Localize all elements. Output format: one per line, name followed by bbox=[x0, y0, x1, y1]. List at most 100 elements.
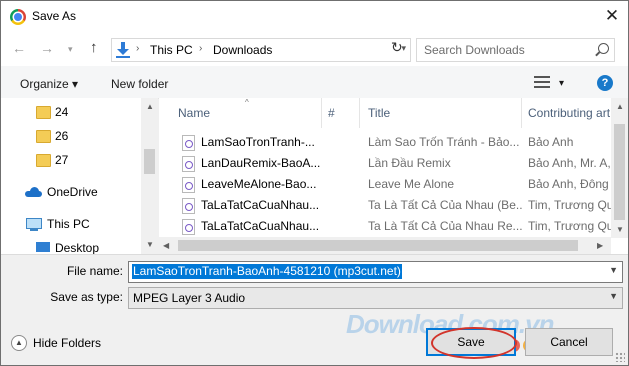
file-row[interactable]: LanDauRemix-BaoA... Lần Đầu Remix Bảo An… bbox=[159, 153, 611, 174]
file-name: TaLaTatCaCuaNhau... bbox=[201, 198, 320, 212]
window-title: Save As bbox=[32, 9, 77, 23]
file-title: Ta Là Tất Cả Của Nhau Re... bbox=[368, 219, 522, 233]
cloud-icon bbox=[25, 187, 42, 197]
column-header-name[interactable]: Name bbox=[178, 106, 210, 120]
new-folder-button[interactable]: New folder bbox=[111, 77, 168, 91]
file-name: LeaveMeAlone-Bao... bbox=[201, 177, 317, 191]
scrollbar-thumb[interactable] bbox=[144, 149, 155, 174]
file-row[interactable]: LeaveMeAlone-Bao... Leave Me Alone Bảo A… bbox=[159, 174, 611, 195]
file-title: Leave Me Alone bbox=[368, 177, 455, 191]
chevron-up-icon: ▲ bbox=[11, 335, 27, 351]
organize-button[interactable]: Organize ▾ bbox=[20, 77, 78, 91]
highlight-circle bbox=[431, 327, 517, 359]
navigation-pane: 24 26 27 OneDrive This PC Desktop ▲ ▼ bbox=[1, 98, 158, 254]
file-list-vertical-scrollbar[interactable]: ▲ ▼ bbox=[611, 98, 628, 238]
nav-item-label: Desktop bbox=[55, 241, 100, 254]
refresh-icon[interactable]: ↻ bbox=[391, 39, 403, 56]
address-bar[interactable]: › This PC › Downloads ▾ bbox=[111, 38, 411, 62]
column-header-title[interactable]: Title bbox=[368, 106, 390, 120]
file-artist: Bảo Anh bbox=[528, 135, 574, 149]
file-row[interactable]: LamSaoTronTranh-... Làm Sao Trốn Tránh -… bbox=[159, 132, 611, 153]
chevron-down-icon[interactable]: ▼ bbox=[609, 291, 618, 301]
nav-item-onedrive[interactable]: OneDrive bbox=[1, 181, 141, 203]
save-as-type-value: MPEG Layer 3 Audio bbox=[133, 291, 246, 305]
file-name: LanDauRemix-BaoA... bbox=[201, 156, 321, 170]
scroll-down-icon[interactable]: ▼ bbox=[616, 225, 624, 234]
nav-item-label: 26 bbox=[55, 129, 69, 143]
nav-item-label: OneDrive bbox=[47, 185, 98, 199]
save-as-type-label: Save as type: bbox=[50, 290, 123, 304]
chrome-icon bbox=[10, 9, 26, 25]
command-bar: Organize ▾ New folder ▾ ? bbox=[1, 66, 628, 99]
chevron-down-icon[interactable]: ▼ bbox=[609, 265, 618, 275]
computer-icon bbox=[26, 218, 42, 231]
nav-item-label: 24 bbox=[55, 105, 69, 119]
file-row[interactable]: TaLaTatCaCuaNhau... Ta Là Tất Cả Của Nha… bbox=[159, 216, 614, 237]
address-row: ← → ▾ ↑ › This PC › Downloads ▾ ↻ Search… bbox=[1, 32, 628, 66]
file-artist: Bảo Anh, Đông bbox=[528, 177, 609, 191]
breadcrumb-this-pc[interactable]: This PC bbox=[150, 43, 193, 57]
scroll-up-icon[interactable]: ▲ bbox=[616, 102, 624, 111]
file-artist: Bảo Anh, Mr. A, bbox=[528, 156, 611, 170]
view-options-icon[interactable] bbox=[534, 76, 550, 88]
column-header-contributing-artists[interactable]: Contributing art bbox=[528, 106, 610, 120]
save-as-dialog: Save As ✕ ← → ▾ ↑ › This PC › Downloads … bbox=[0, 0, 629, 366]
nav-item-this-pc[interactable]: This PC bbox=[1, 213, 141, 235]
file-name: LamSaoTronTranh-... bbox=[201, 135, 315, 149]
nav-item-label: This PC bbox=[47, 217, 90, 231]
scroll-down-icon[interactable]: ▼ bbox=[146, 240, 154, 249]
help-icon[interactable]: ? bbox=[597, 75, 613, 91]
audio-file-icon bbox=[182, 177, 195, 193]
file-artist: Tim, Trương Qu bbox=[528, 219, 614, 233]
file-row[interactable]: TaLaTatCaCuaNhau... Ta Là Tất Cả Của Nha… bbox=[159, 195, 613, 216]
sort-ascending-icon: ^ bbox=[245, 98, 249, 107]
scrollbar-thumb[interactable] bbox=[178, 240, 578, 251]
file-title: Ta Là Tất Cả Của Nhau (Be... bbox=[368, 198, 522, 212]
nav-item-label: 27 bbox=[55, 153, 69, 167]
audio-file-icon bbox=[182, 156, 195, 172]
file-name: TaLaTatCaCuaNhau... bbox=[201, 219, 320, 233]
divider bbox=[1, 254, 628, 255]
nav-item-24[interactable]: 24 bbox=[1, 101, 141, 123]
scroll-left-icon[interactable]: ◀ bbox=[163, 241, 169, 250]
column-divider[interactable] bbox=[521, 98, 522, 128]
nav-scrollbar[interactable]: ▲ ▼ bbox=[141, 98, 158, 254]
scroll-up-icon[interactable]: ▲ bbox=[146, 102, 154, 111]
up-icon[interactable]: ↑ bbox=[90, 39, 98, 56]
file-title: Làm Sao Trốn Tránh - Bảo... bbox=[368, 135, 520, 149]
scroll-right-icon[interactable]: ▶ bbox=[597, 241, 603, 250]
column-header-number[interactable]: # bbox=[328, 106, 335, 120]
file-name-field[interactable]: LamSaoTronTranh-BaoAnh-4581210 (mp3cut.n… bbox=[128, 261, 623, 283]
file-list: ^ Name # Title Contributing art LamSaoTr… bbox=[159, 98, 628, 254]
close-button[interactable]: ✕ bbox=[596, 1, 628, 32]
hide-folders-label: Hide Folders bbox=[33, 336, 102, 350]
audio-file-icon bbox=[182, 219, 195, 235]
folder-icon bbox=[36, 106, 51, 119]
nav-item-26[interactable]: 26 bbox=[1, 125, 141, 147]
audio-file-icon bbox=[182, 198, 195, 214]
scrollbar-thumb[interactable] bbox=[614, 124, 625, 220]
nav-item-27[interactable]: 27 bbox=[1, 149, 141, 171]
search-input[interactable]: Search Downloads bbox=[416, 38, 615, 62]
recent-locations-icon[interactable]: ▾ bbox=[68, 44, 73, 55]
nav-item-desktop[interactable]: Desktop bbox=[1, 237, 141, 254]
folder-icon bbox=[36, 130, 51, 143]
column-divider[interactable] bbox=[359, 98, 360, 128]
title-bar: Save As ✕ bbox=[1, 1, 628, 32]
column-divider[interactable] bbox=[321, 98, 322, 128]
forward-icon[interactable]: → bbox=[40, 40, 54, 56]
file-list-horizontal-scrollbar[interactable]: ◀ ▶ bbox=[159, 237, 611, 254]
view-dropdown-icon[interactable]: ▾ bbox=[559, 78, 564, 89]
breadcrumb-separator[interactable]: › bbox=[199, 43, 202, 54]
resize-grip[interactable] bbox=[615, 352, 625, 362]
file-title: Lần Đầu Remix bbox=[368, 156, 451, 170]
audio-file-icon bbox=[182, 135, 195, 151]
back-icon[interactable]: ← bbox=[12, 40, 26, 56]
breadcrumb-downloads[interactable]: Downloads bbox=[213, 43, 272, 57]
breadcrumb-separator[interactable]: › bbox=[136, 43, 139, 54]
search-placeholder: Search Downloads bbox=[424, 43, 525, 57]
cancel-button[interactable]: Cancel bbox=[525, 328, 613, 356]
file-name-value: LamSaoTronTranh-BaoAnh-4581210 (mp3cut.n… bbox=[132, 264, 402, 279]
save-as-type-select[interactable]: MPEG Layer 3 Audio ▼ bbox=[128, 287, 623, 309]
file-name-label: File name: bbox=[66, 264, 123, 278]
